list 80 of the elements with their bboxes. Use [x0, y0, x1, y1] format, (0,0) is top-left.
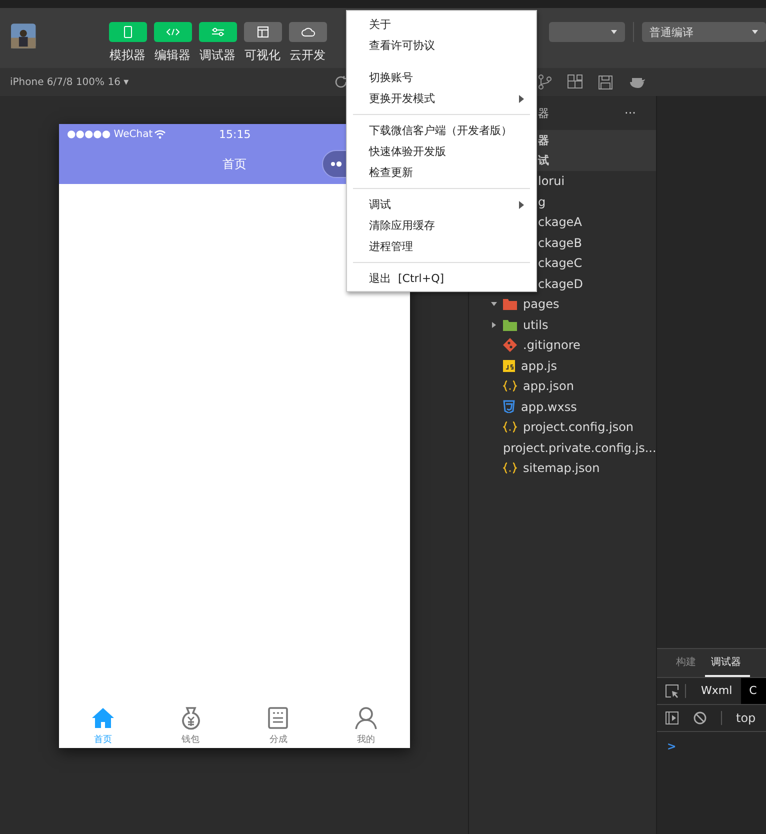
file-name[interactable]: lorui: [538, 174, 565, 188]
file-name[interactable]: project.private.config.js...: [503, 440, 656, 455]
file-name[interactable]: ckageC: [538, 256, 582, 270]
page-title: 首页: [222, 156, 246, 172]
wifi-icon: [154, 130, 166, 138]
submenu-arrow-icon: [519, 94, 524, 102]
device-select[interactable]: iPhone 6/7/8 100% 16 ▾: [10, 76, 129, 88]
toolbar-label: 可视化: [244, 47, 281, 64]
code-icon: [166, 28, 180, 36]
menu-item[interactable]: 查看许可协议: [347, 35, 536, 56]
branch-icon[interactable]: [538, 74, 552, 90]
devtools-tab[interactable]: Wxml: [692, 678, 742, 704]
toolbar-toggle[interactable]: [288, 22, 327, 42]
file-name[interactable]: g: [538, 194, 546, 209]
expand-arrow-icon[interactable]: [491, 322, 497, 328]
toolbar-label: 调试器: [200, 47, 236, 64]
tab-bar-item[interactable]: 钱包: [146, 706, 234, 748]
file-name[interactable]: app.js: [521, 358, 557, 373]
user-icon: [354, 706, 378, 730]
diamond-icon: [503, 338, 517, 352]
js-file-icon: [503, 360, 515, 372]
whale-icon[interactable]: [628, 75, 646, 89]
menu-item[interactable]: 关于: [347, 14, 536, 35]
tab-bar-item[interactable]: 分成: [234, 706, 322, 748]
carrier-text: ●●●●● WeChat: [67, 128, 153, 140]
compile-select[interactable]: 普通编译: [642, 22, 766, 42]
toolbar-toggle[interactable]: [198, 22, 237, 42]
braces-icon: [503, 462, 517, 474]
caret-icon: [752, 30, 758, 34]
layout-icon: [256, 26, 269, 38]
toolbar-label: 编辑器: [154, 47, 191, 64]
save-icon[interactable]: [598, 74, 613, 90]
toolbar-toggle[interactable]: [244, 22, 282, 42]
braces-icon: [503, 421, 517, 434]
more-button[interactable]: ···: [624, 106, 636, 120]
inspect-icon[interactable]: [665, 684, 679, 698]
panel-title: 器: [538, 106, 549, 120]
menu-item[interactable]: 进程管理: [347, 236, 536, 257]
submenu-arrow-icon: [519, 200, 524, 208]
file-name[interactable]: app.wxss: [521, 400, 577, 414]
expand-arrow-icon[interactable]: [491, 301, 497, 308]
toolbar-toggle[interactable]: [108, 22, 147, 42]
avatar-icon[interactable]: [11, 22, 36, 50]
file-name[interactable]: utils: [523, 318, 548, 332]
file-name[interactable]: pages: [523, 297, 560, 312]
cloud-icon: [300, 27, 315, 37]
phone-icon: [122, 26, 133, 38]
file-name[interactable]: ckageB: [538, 236, 582, 250]
toolbar-label: 云开发: [290, 47, 326, 64]
file-name[interactable]: ckageA: [538, 215, 582, 230]
menu-item[interactable]: 更换开发模式: [347, 88, 536, 109]
braces-icon: [503, 380, 517, 392]
context-select[interactable]: top: [736, 711, 756, 725]
menu-item[interactable]: 清除应用缓存: [347, 215, 536, 236]
panel-tab[interactable]: 构建: [657, 655, 705, 677]
toolbar-toggle[interactable]: [154, 22, 192, 42]
list-board-icon: [266, 706, 290, 730]
file-name[interactable]: app.json: [523, 379, 574, 394]
folder-icon: [503, 318, 517, 331]
file-name[interactable]: .gitignore: [523, 338, 580, 352]
home-icon: [90, 706, 115, 730]
sidebar-toggle-icon[interactable]: [665, 711, 679, 725]
blocks-icon[interactable]: [566, 74, 583, 90]
clear-icon[interactable]: [693, 711, 707, 725]
file-name[interactable]: project.config.json: [523, 420, 634, 434]
file-name[interactable]: ckageD: [538, 276, 583, 291]
menu-item[interactable]: 切换账号: [347, 67, 536, 88]
folder-icon: [503, 298, 517, 310]
menu-item[interactable]: 退出 [Ctrl+Q]: [347, 268, 536, 289]
refresh-icon[interactable]: [334, 75, 348, 89]
status-time: 15:15: [219, 128, 251, 140]
css-file-icon: [503, 400, 515, 414]
console-prompt: >: [667, 740, 676, 753]
devtools-tab[interactable]: C: [741, 678, 766, 704]
caret-icon: [610, 30, 617, 34]
tab-bar-item[interactable]: 我的: [322, 706, 410, 748]
menu-item[interactable]: 调试: [347, 194, 536, 215]
sliders-icon: [210, 27, 225, 37]
toolbar-label: 模拟器: [110, 47, 146, 64]
file-name[interactable]: sitemap.json: [523, 461, 600, 476]
